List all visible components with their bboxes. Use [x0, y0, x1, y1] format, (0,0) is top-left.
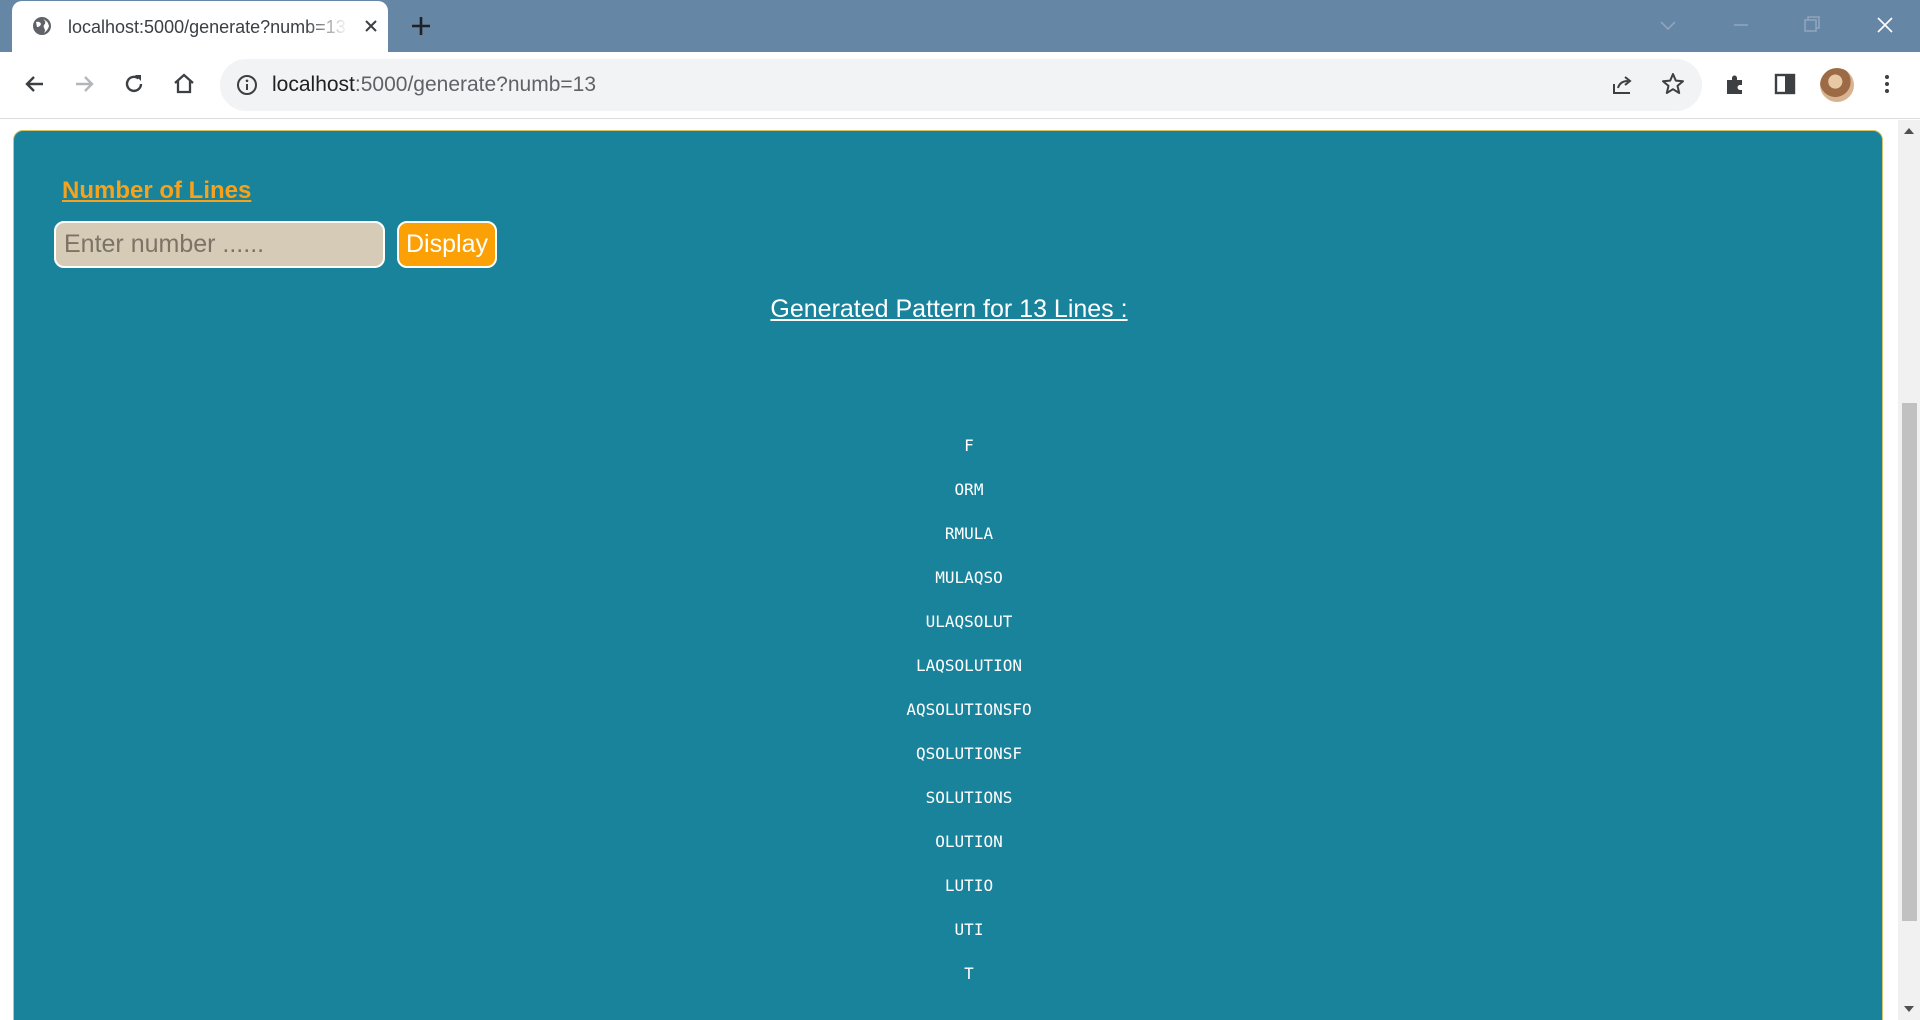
home-icon — [174, 73, 194, 94]
kebab-menu-icon — [1885, 75, 1889, 93]
reload-button[interactable] — [119, 69, 149, 99]
arrow-left-icon — [25, 76, 43, 92]
number-input[interactable] — [54, 221, 385, 268]
info-icon[interactable] — [236, 74, 258, 96]
triangle-down-icon — [1904, 1006, 1914, 1012]
url-text[interactable]: localhost:5000/generate?numb=13 — [272, 73, 596, 97]
chevron-down-icon[interactable] — [1655, 12, 1681, 38]
pattern-line: F — [964, 436, 974, 455]
pattern-line: OLUTION — [935, 832, 1003, 851]
pattern-line: LAQSOLUTION — [916, 656, 1022, 675]
number-of-lines-label: Number of Lines — [62, 177, 252, 204]
tab-title: localhost:5000/generate?numb=13 — [68, 17, 346, 37]
forward-button[interactable] — [69, 69, 99, 99]
side-panel-button[interactable] — [1770, 69, 1800, 99]
scroll-up-button[interactable] — [1898, 120, 1920, 142]
pattern-line: ULAQSOLUT — [925, 612, 1013, 631]
arrow-right-icon — [76, 76, 94, 92]
pattern-line: T — [964, 964, 974, 983]
back-button[interactable] — [20, 69, 50, 99]
restore-icon[interactable] — [1799, 12, 1825, 38]
pattern-line: MULAQSO — [935, 568, 1003, 587]
profile-avatar[interactable] — [1820, 68, 1854, 102]
vertical-scrollbar[interactable] — [1898, 120, 1920, 1020]
pattern-line: AQSOLUTIONSFO — [906, 700, 1032, 719]
url-path: :5000/generate?numb=13 — [354, 73, 597, 96]
pattern-line: LUTIO — [944, 876, 994, 895]
browser-toolbar: localhost:5000/generate?numb=13 — [0, 52, 1920, 119]
browser-tab[interactable]: localhost:5000/generate?numb=13 — [12, 1, 388, 52]
pattern-output: F ORM RMULA MULAQSO ULAQSOLUT LAQSOLUTIO… — [14, 436, 1898, 1008]
menu-button[interactable] — [1872, 69, 1902, 99]
puzzle-icon — [1727, 75, 1742, 94]
close-window-icon[interactable] — [1872, 12, 1898, 38]
extensions-button[interactable] — [1721, 69, 1751, 99]
pattern-line: UTI — [954, 920, 984, 939]
home-button[interactable] — [169, 69, 199, 99]
pattern-line: QSOLUTIONSF — [916, 744, 1022, 763]
address-bar[interactable]: localhost:5000/generate?numb=13 — [220, 59, 1702, 111]
pattern-line: SOLUTIONS — [925, 788, 1013, 807]
scroll-thumb[interactable] — [1902, 403, 1917, 921]
content-card: Number of Lines Display Generated Patter… — [13, 130, 1883, 1020]
close-icon[interactable] — [360, 15, 382, 37]
scroll-down-button[interactable] — [1898, 998, 1920, 1020]
globe-icon — [33, 17, 51, 35]
triangle-up-icon — [1904, 128, 1914, 134]
side-panel-icon — [1774, 73, 1796, 95]
minimize-icon[interactable] — [1728, 12, 1754, 38]
star-icon[interactable] — [1660, 71, 1686, 97]
generated-pattern-title: Generated Pattern for 13 Lines : — [770, 295, 1128, 323]
pattern-line: RMULA — [944, 524, 994, 543]
reload-icon — [125, 75, 143, 93]
share-icon[interactable] — [1610, 72, 1636, 98]
tab-strip: localhost:5000/generate?numb=13 — [0, 0, 1920, 52]
page-viewport: Number of Lines Display Generated Patter… — [0, 120, 1898, 1020]
url-host: localhost — [272, 73, 355, 96]
display-button[interactable]: Display — [397, 221, 497, 268]
plus-icon[interactable] — [408, 13, 434, 39]
pattern-line: ORM — [954, 480, 984, 499]
